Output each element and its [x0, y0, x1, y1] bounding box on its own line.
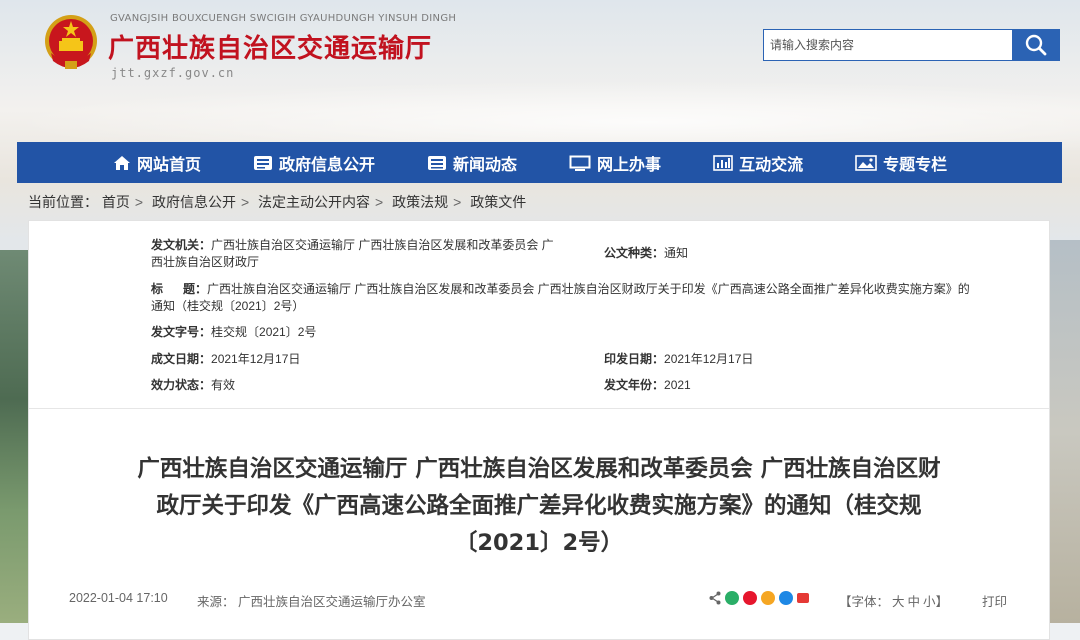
meta-status: 效力状态：有效	[151, 377, 235, 394]
share-bar	[709, 591, 809, 605]
font-size-large[interactable]: 大	[892, 595, 905, 609]
article-title-line1: 广西壮族自治区交通运输厅 广西壮族自治区发展和改革委员会 广西壮族自治区财	[137, 456, 941, 482]
wechat-icon[interactable]	[725, 591, 739, 605]
meta-doc-type-value: 通知	[664, 246, 689, 260]
font-size-label-close: 】	[935, 595, 949, 609]
meta-year: 发文年份：2021	[604, 377, 691, 394]
search-button[interactable]	[1012, 30, 1059, 60]
meta-issuer-value-line2: 西壮族自治区财政厅	[151, 255, 260, 269]
font-size-medium[interactable]: 中	[908, 595, 921, 609]
breadcrumb: 当前位置： 首页 > 政府信息公开 > 法定主动公开内容 > 政策法规 > 政策文件	[28, 192, 526, 212]
meta-doc-number-label: 发文字号：	[151, 325, 212, 339]
meta-issuer-value-line1: 广西壮族自治区交通运输厅 广西壮族自治区发展和改革委员会 广	[211, 238, 554, 252]
search-box	[763, 29, 1060, 61]
article-title: 广西壮族自治区交通运输厅 广西壮族自治区发展和改革委员会 广西壮族自治区财 政厅…	[69, 451, 1009, 562]
meta-doc-type: 公文种类：通知	[604, 245, 688, 262]
background-landscape-right	[1050, 240, 1080, 623]
nav-label: 政府信息公开	[279, 154, 376, 174]
nav-item-home[interactable]: 网站首页	[113, 151, 201, 175]
meta-written-date-label: 成文日期：	[151, 352, 212, 366]
nav-item-online-service[interactable]: 网上办事	[569, 151, 661, 175]
meta-status-label: 效力状态：	[151, 378, 212, 392]
breadcrumb-item-home[interactable]: 首页	[102, 194, 130, 210]
meta-issue-date-value: 2021年12月17日	[664, 352, 754, 366]
meta-doc-number: 发文字号：桂交规〔2021〕2号	[151, 324, 316, 341]
font-size-switch: 【字体：大中小】	[839, 591, 948, 610]
font-size-label-open: 【字体：	[839, 595, 890, 609]
news-icon	[428, 155, 447, 170]
print-button[interactable]: 打印	[982, 591, 1007, 610]
site-header: GVANGJSIH BOUXCUENGH SWCIGIH GYAUHDUNGH …	[0, 0, 1080, 100]
search-icon	[1025, 34, 1046, 56]
meta-status-value: 有效	[211, 378, 236, 392]
image-icon	[855, 154, 877, 171]
meta-title-label: 标 题：	[151, 282, 208, 296]
search-input[interactable]	[764, 30, 1024, 60]
meta-written-date-value: 2021年12月17日	[211, 352, 301, 366]
nav-label: 互动交流	[739, 154, 804, 174]
nav-label: 网上办事	[597, 154, 662, 174]
main-nav: 网站首页 政府信息公开 新闻动态 网上办事 互动交流 专题专栏	[17, 142, 1062, 183]
qzone-icon[interactable]	[761, 591, 775, 605]
nav-label: 新闻动态	[453, 154, 518, 174]
breadcrumb-separator: >	[134, 194, 144, 210]
site-domain: jtt.gxzf.gov.cn	[111, 66, 235, 80]
renren-icon[interactable]	[797, 593, 809, 603]
site-title[interactable]: 广西壮族自治区交通运输厅	[108, 28, 432, 65]
meta-year-label: 发文年份：	[604, 378, 665, 392]
qq-icon[interactable]	[779, 591, 793, 605]
document-icon	[254, 155, 273, 170]
meta-issuer: 发文机关：广西壮族自治区交通运输厅 广西壮族自治区发展和改革委员会 广 西壮族自…	[151, 237, 596, 271]
breadcrumb-item-policy-regulations[interactable]: 政策法规	[392, 194, 448, 210]
national-emblem-logo[interactable]	[43, 13, 99, 73]
content-card: 发文机关：广西壮族自治区交通运输厅 广西壮族自治区发展和改革委员会 广 西壮族自…	[28, 220, 1050, 640]
breadcrumb-prefix: 当前位置：	[28, 194, 98, 210]
chart-icon	[713, 154, 733, 171]
meta-title: 标 题：广西壮族自治区交通运输厅 广西壮族自治区发展和改革委员会 广西壮族自治区…	[151, 281, 1051, 315]
breadcrumb-item-gov-info[interactable]: 政府信息公开	[152, 194, 236, 210]
nav-item-special-topics[interactable]: 专题专栏	[855, 151, 947, 175]
breadcrumb-separator: >	[453, 194, 462, 210]
meta-year-value: 2021	[664, 378, 691, 392]
home-icon	[114, 155, 130, 170]
monitor-icon	[569, 155, 591, 171]
article-title-line3: 〔2021〕2号）	[454, 530, 624, 556]
meta-issue-date-label: 印发日期：	[604, 352, 665, 366]
nav-label: 专题专栏	[883, 154, 948, 174]
meta-title-value-line2: 通知（桂交规〔2021〕2号）	[151, 299, 305, 313]
meta-title-value-line1: 广西壮族自治区交通运输厅 广西壮族自治区发展和改革委员会 广西壮族自治区财政厅关…	[207, 282, 970, 296]
meta-doc-number-value: 桂交规〔2021〕2号	[211, 325, 317, 339]
nav-item-interaction[interactable]: 互动交流	[713, 151, 803, 175]
nav-item-gov-info[interactable]: 政府信息公开	[253, 151, 375, 175]
article-source: 来源： 广西壮族自治区交通运输厅办公室	[197, 595, 426, 609]
nav-item-news[interactable]: 新闻动态	[427, 151, 517, 175]
document-metadata: 发文机关：广西壮族自治区交通运输厅 广西壮族自治区发展和改革委员会 广 西壮族自…	[29, 221, 1049, 409]
weibo-icon[interactable]	[743, 591, 757, 605]
meta-doc-type-label: 公文种类：	[604, 246, 665, 260]
nav-label: 网站首页	[137, 154, 202, 174]
meta-issue-date: 印发日期：2021年12月17日	[604, 351, 753, 368]
font-size-small[interactable]: 小	[923, 595, 936, 609]
site-latin-name: GVANGJSIH BOUXCUENGH SWCIGIH GYAUHDUNGH …	[110, 13, 457, 24]
breadcrumb-separator: >	[240, 194, 250, 210]
breadcrumb-item-legal-content[interactable]: 法定主动公开内容	[258, 194, 370, 210]
article-title-line2: 政厅关于印发《广西高速公路全面推广差异化收费实施方案》的通知（桂交规	[156, 493, 922, 519]
breadcrumb-item-policy-documents[interactable]: 政策文件	[470, 194, 526, 210]
meta-written-date: 成文日期：2021年12月17日	[151, 351, 300, 368]
meta-issuer-label: 发文机关：	[151, 238, 212, 252]
publish-time: 2022-01-04 17:10	[69, 591, 168, 605]
article-info-bar: 2022-01-04 17:10 来源： 广西壮族自治区交通运输厅办公室 【字体…	[69, 591, 1009, 611]
breadcrumb-separator: >	[375, 194, 384, 210]
share-icon[interactable]	[709, 591, 721, 605]
